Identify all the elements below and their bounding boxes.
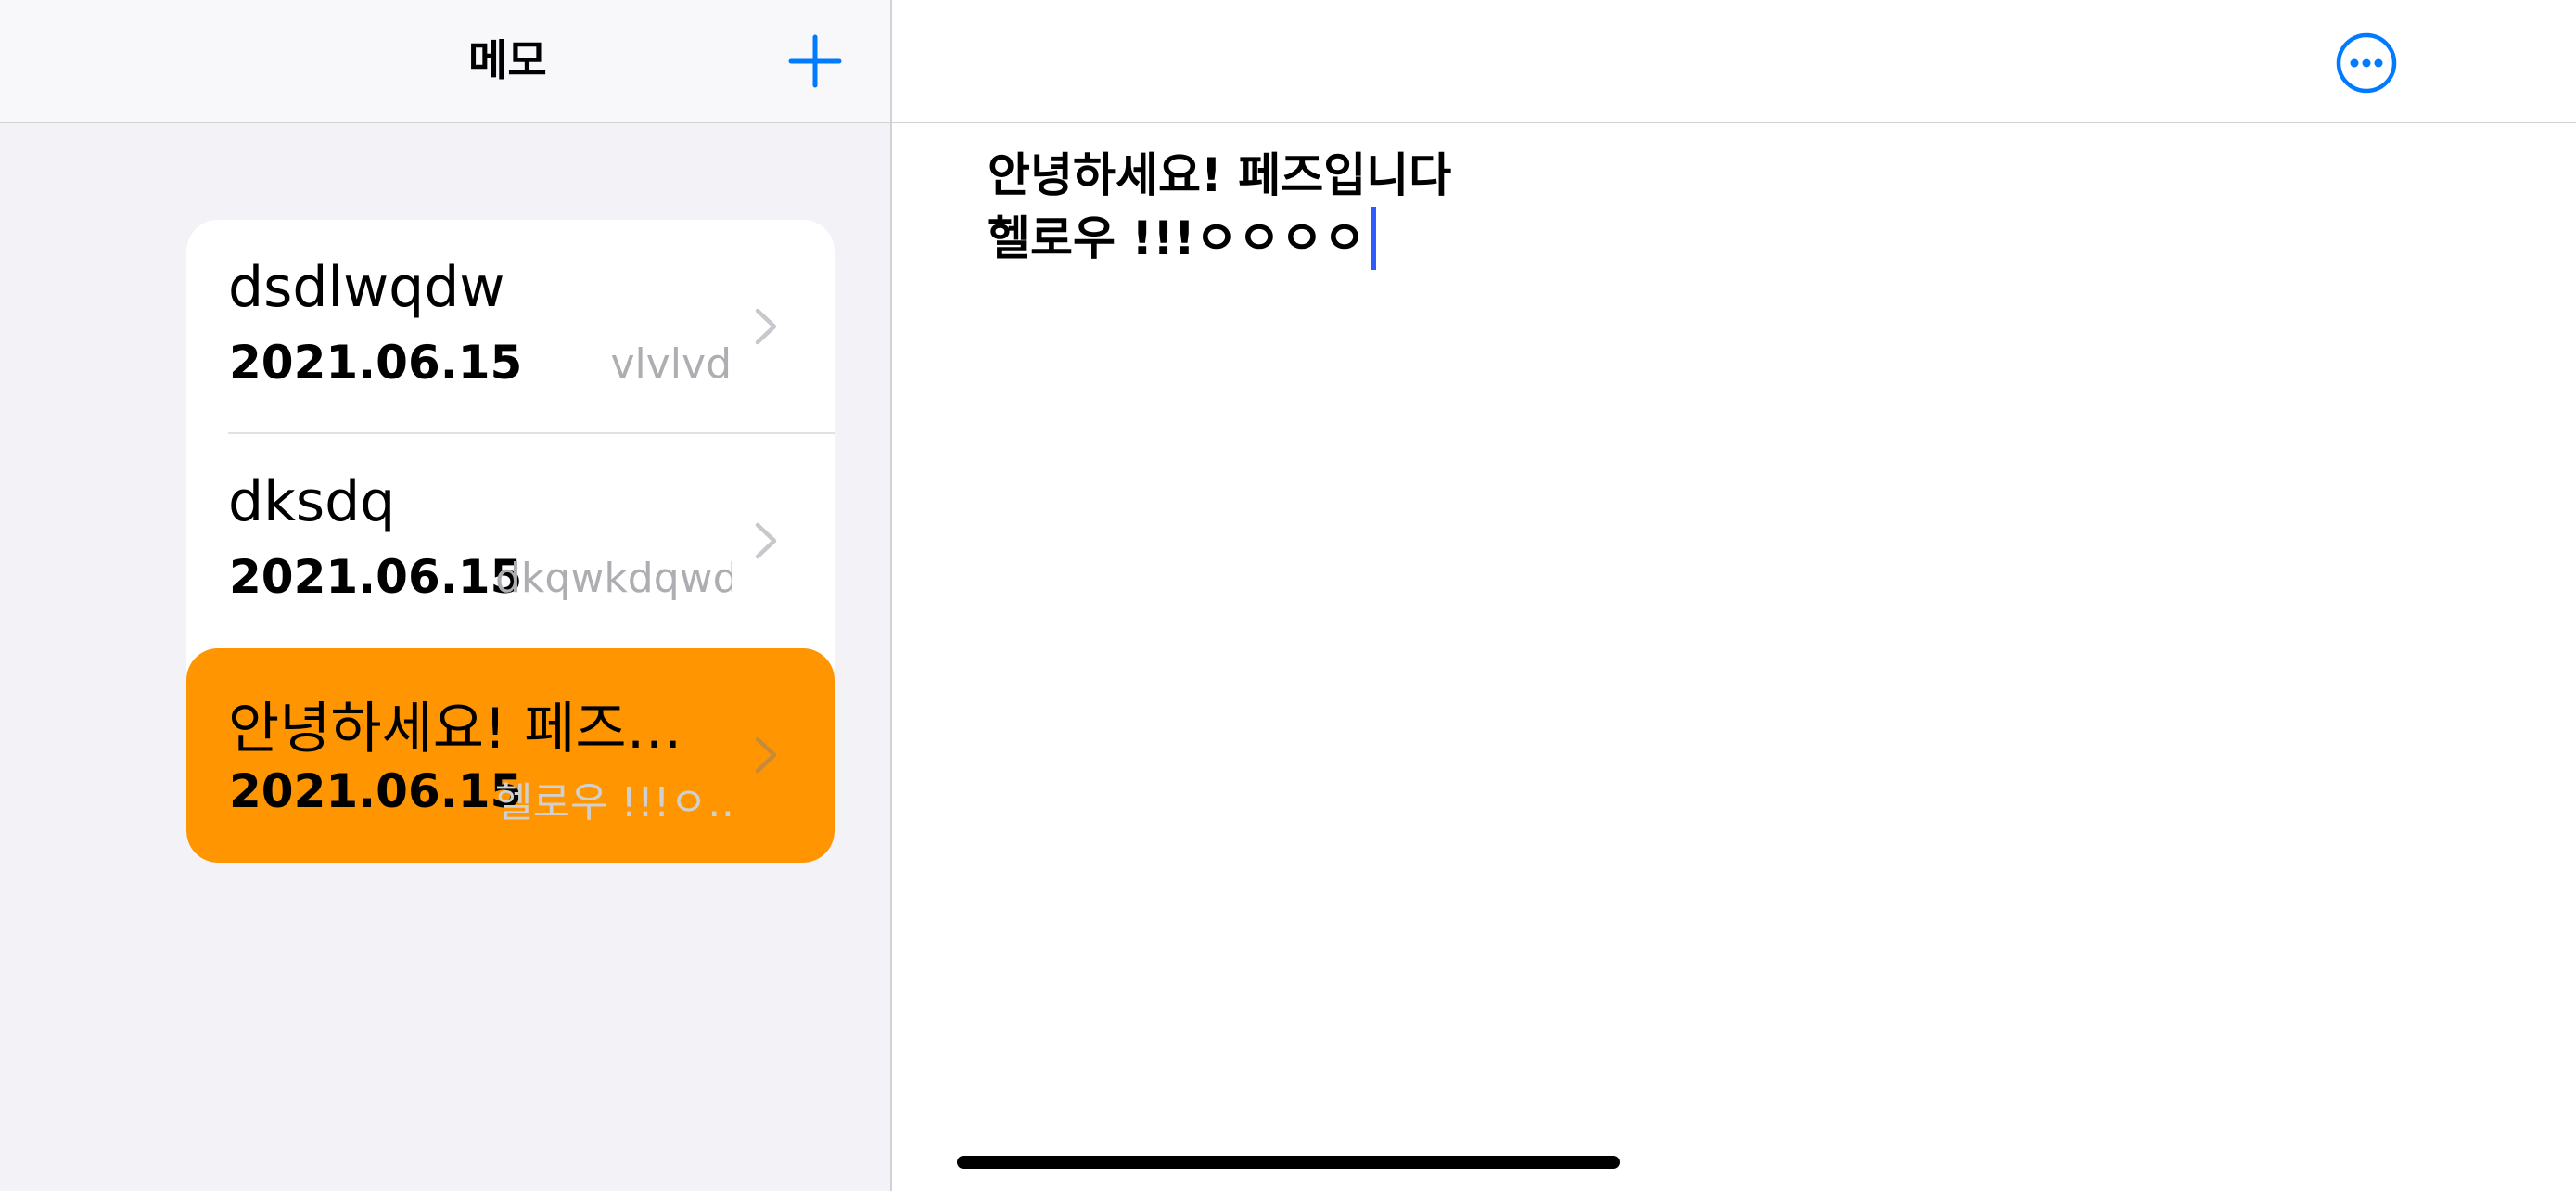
detail-header [892,0,2576,123]
sidebar-header: 메모 [0,0,890,123]
memo-title: dksdq [228,469,396,534]
memo-preview: vlvlvd [610,340,733,388]
add-memo-button[interactable] [784,30,847,93]
text-caret [1371,207,1376,270]
sidebar-title: 메모 [468,35,547,85]
memo-date: 2021.06.15 [229,550,523,604]
plus-icon [788,34,842,88]
more-options-button[interactable] [2335,32,2398,95]
memo-title: dsdlwqdw [228,255,505,320]
memo-row-1[interactable]: dsdlwqdw 2021.06.15 vlvlvd [186,220,835,434]
editor-line-2: 헬로우 !!!ㅇㅇㅇㅇ [988,207,2471,270]
home-indicator[interactable] [957,1156,1620,1169]
sidebar: 메모 dsdlwqdw 2021.06.15 vlvlvd dksdq 2021… [0,0,890,1191]
chevron-right-icon [755,736,777,774]
memo-list: dsdlwqdw 2021.06.15 vlvlvd dksdq 2021.06… [186,220,835,863]
editor-line-1: 안녕하세요! 페즈입니다 [988,148,1452,202]
editor-line-2-text: 헬로우 !!!ㅇㅇㅇㅇ [988,211,1366,265]
chevron-right-icon [755,308,777,345]
memo-date: 2021.06.15 [229,764,523,818]
memo-preview: 헬로우 !!!ㅇ… [495,779,732,826]
memo-row-2[interactable]: dksdq 2021.06.15 dkqwkdqwd [186,434,835,648]
split-divider[interactable] [890,0,892,1191]
memo-date: 2021.06.15 [229,336,523,390]
ellipsis-circle-icon [2336,32,2397,94]
chevron-right-icon [755,522,777,559]
memo-app: 메모 dsdlwqdw 2021.06.15 vlvlvd dksdq 2021… [0,0,2576,1191]
memo-editor[interactable]: 안녕하세요! 페즈입니다 헬로우 !!!ㅇㅇㅇㅇ [988,144,2471,270]
memo-row-3-selected[interactable]: 안녕하세요! 페즈… 2021.06.15 헬로우 !!!ㅇ… [186,648,835,863]
memo-title: 안녕하세요! 페즈… [228,697,682,762]
memo-preview: dkqwkdqwd [495,555,732,602]
